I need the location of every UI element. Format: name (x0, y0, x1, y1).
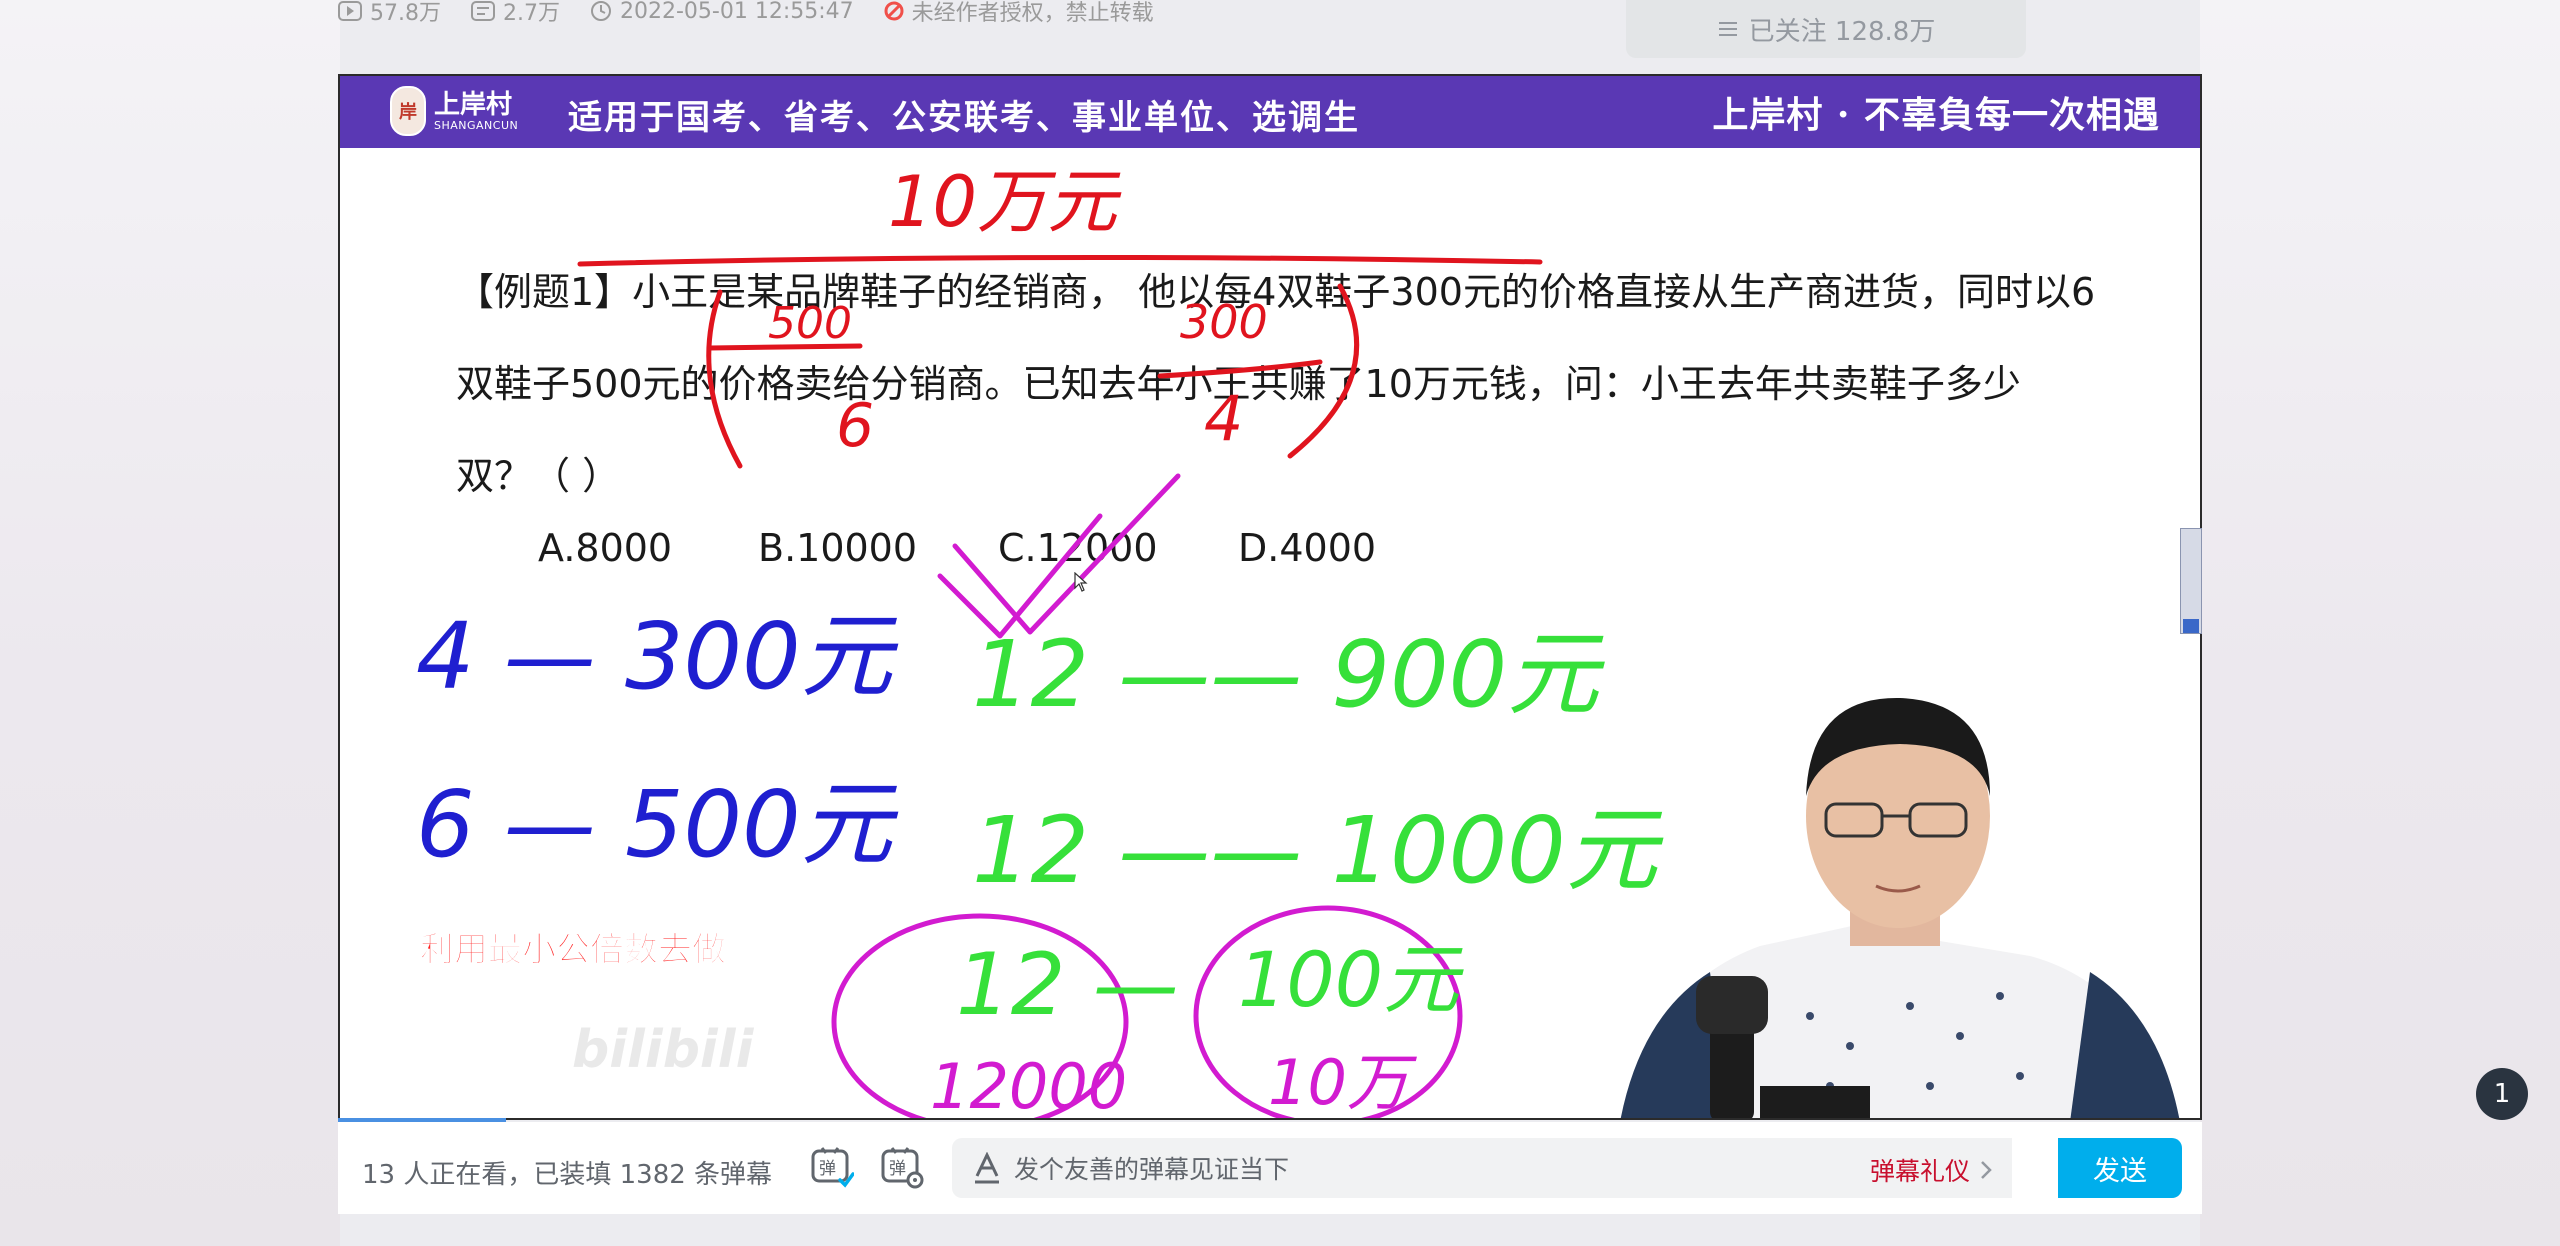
green-line-3: 12 — (956, 935, 1179, 1035)
side-panel-tab-icon (2183, 619, 2199, 633)
danmaku-toggle-button[interactable]: 弹 (808, 1144, 856, 1192)
font-style-icon[interactable] (972, 1150, 1002, 1186)
follow-button-label: 已关注 128.8万 (1748, 16, 1936, 47)
red-frac-right-den: 4 (1204, 382, 1243, 455)
send-button[interactable]: 发送 (2058, 1138, 2182, 1198)
danmaku-bar: 13 人正在看，已装填 1382 条弹幕 弹 弹 弹幕礼仪 发送 (338, 1122, 2202, 1214)
play-count: 57.8万 (338, 0, 441, 27)
danmaku-toggle-icon: 弹 (811, 1147, 854, 1188)
play-icon (338, 1, 362, 21)
forbidden-icon (884, 1, 904, 21)
chevron-right-icon (1981, 1161, 1992, 1179)
danmaku-icon (471, 1, 495, 21)
danmaku-input[interactable] (1012, 1146, 1816, 1192)
green-line-1: 12 —— 900元 (972, 621, 1605, 728)
danmaku-count: 2.7万 (471, 0, 560, 27)
side-panel-tab[interactable] (2180, 528, 2202, 634)
red-right-bracket (1287, 283, 1360, 459)
red-frac-left-den: 6 (836, 391, 874, 461)
video-player[interactable]: 岸 上岸村 SHANGANCUN 适用于国考、省考、公安联考、事业单位、选调生 … (338, 74, 2202, 1120)
etiquette-label: 弹幕礼仪 (1869, 1157, 1970, 1186)
blue-line-1: 4 — 300元 (416, 603, 899, 710)
red-frac-right-num: 300 (1180, 295, 1268, 349)
red-underline (577, 254, 1543, 267)
page-number-badge[interactable]: 1 (2476, 1068, 2528, 1120)
green-line-2: 12 —— 1000元 (972, 797, 1664, 904)
right-background-art (2200, 0, 2560, 1246)
menu-icon (1718, 22, 1737, 36)
blue-line-2: 6 — 500元 (416, 771, 899, 878)
red-fraction-bar-right (1157, 359, 1323, 379)
magenta-circle-right-bottom: 10万 (1268, 1046, 1418, 1118)
presenter-video (1620, 697, 2180, 1118)
danmaku-etiquette-link[interactable]: 弹幕礼仪 (1870, 1152, 1992, 1188)
green-line-3-right: 100元 (1238, 935, 1464, 1024)
video-meta-bar: 57.8万 2.7万 2022-05-01 12:55:47 未经作者授权，禁止… (338, 0, 1154, 26)
red-left-bracket (706, 289, 743, 469)
mouse-cursor-icon (1074, 572, 1088, 592)
danmaku-settings-icon: 弹 (881, 1147, 924, 1189)
red-top-text: 10万元 (888, 161, 1122, 243)
copyright-notice: 未经作者授权，禁止转载 (884, 0, 1154, 27)
danmaku-settings-button[interactable]: 弹 (878, 1144, 926, 1192)
magenta-circle-left-bottom: 12000 (930, 1050, 1127, 1118)
red-frac-left-num: 500 (768, 298, 852, 349)
viewer-count-text: 13 人正在看，已装填 1382 条弹幕 (362, 1160, 773, 1190)
publish-time: 2022-05-01 12:55:47 (590, 0, 854, 24)
clock-icon (591, 1, 611, 21)
svg-text:弹: 弹 (819, 1159, 836, 1179)
left-background-art (0, 0, 340, 1246)
follow-button[interactable]: 已关注 128.8万 (1626, 0, 2026, 58)
danmaku-input-container: 弹幕礼仪 (952, 1138, 2012, 1198)
svg-text:弹: 弹 (889, 1159, 906, 1179)
